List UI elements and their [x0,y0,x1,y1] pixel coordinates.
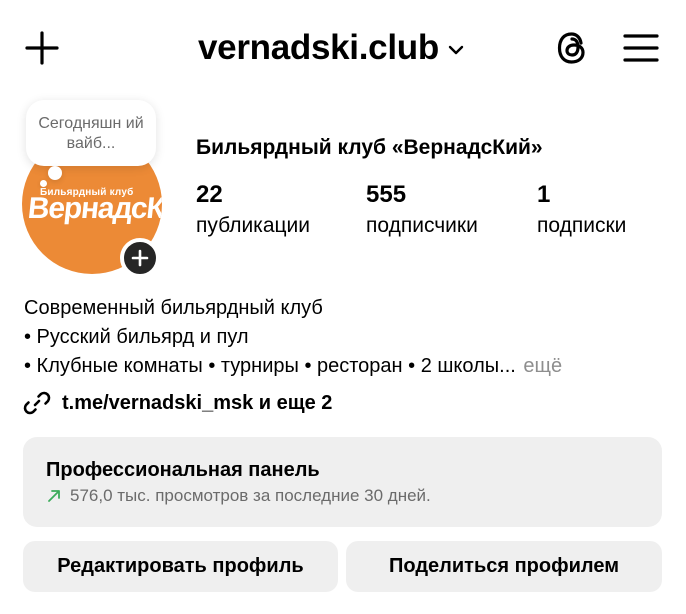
professional-dashboard[interactable]: Профессиональная панель 576,0 тыс. просм… [23,437,662,527]
bio-line: Современный бильярдный клуб [24,297,323,319]
bio-line-last: • Клубные комнаты • турниры • ресторан •… [24,352,664,381]
avatar-logo-text: ВернадсКий [26,192,162,225]
top-bar: vernadski.club [0,0,686,96]
note-bubble[interactable]: Сегодняшн ий вайб... [26,100,156,166]
bio-more-link[interactable]: ещё [523,355,562,377]
profile-link-text: t.me/vernadski_msk и еще 2 [62,391,333,414]
stat-label: публикации [196,214,310,237]
stat-label: подписки [537,214,627,237]
note-bubble-tail [48,166,62,180]
threads-icon[interactable] [552,28,592,68]
hamburger-menu-icon[interactable] [622,30,660,66]
add-story-button[interactable] [120,238,160,278]
stat-value: 22 [196,181,223,208]
stat-value: 1 [537,181,551,208]
bio-line-text: • Клубные комнаты • турниры • ресторан •… [24,355,516,377]
link-icon [23,391,51,415]
stat-posts[interactable]: 22 публикации [196,180,310,240]
bio: Современный бильярдный клуб • Русский би… [24,294,664,381]
profile-links[interactable]: t.me/vernadski_msk и еще 2 [22,388,332,418]
username: vernadski.club [198,28,439,67]
stat-value: 555 [366,181,407,208]
bio-line: • Русский бильярд и пул [24,326,249,348]
stat-label: подписчики [366,214,478,237]
stat-followers[interactable]: 555 подписчики [366,180,478,240]
trend-up-arrow-icon [48,490,60,502]
plus-icon[interactable] [24,30,60,66]
chevron-down-icon [447,41,465,59]
plus-small-icon [131,249,149,267]
stat-following[interactable]: 1 подписки [537,180,626,240]
account-switcher[interactable]: vernadski.club [198,26,465,70]
profile-display-name: Бильярдный клуб «ВернадсКий» [196,136,543,159]
professional-dashboard-subtitle: 576,0 тыс. просмотров за последние 30 дн… [70,486,431,505]
note-bubble-tail-small [40,180,47,187]
edit-profile-button[interactable]: Редактировать профиль [23,541,338,592]
professional-dashboard-title: Профессиональная панель [46,459,320,481]
professional-dashboard-stats: 576,0 тыс. просмотров за последние 30 дн… [46,486,662,506]
share-profile-button[interactable]: Поделиться профилем [346,541,662,592]
